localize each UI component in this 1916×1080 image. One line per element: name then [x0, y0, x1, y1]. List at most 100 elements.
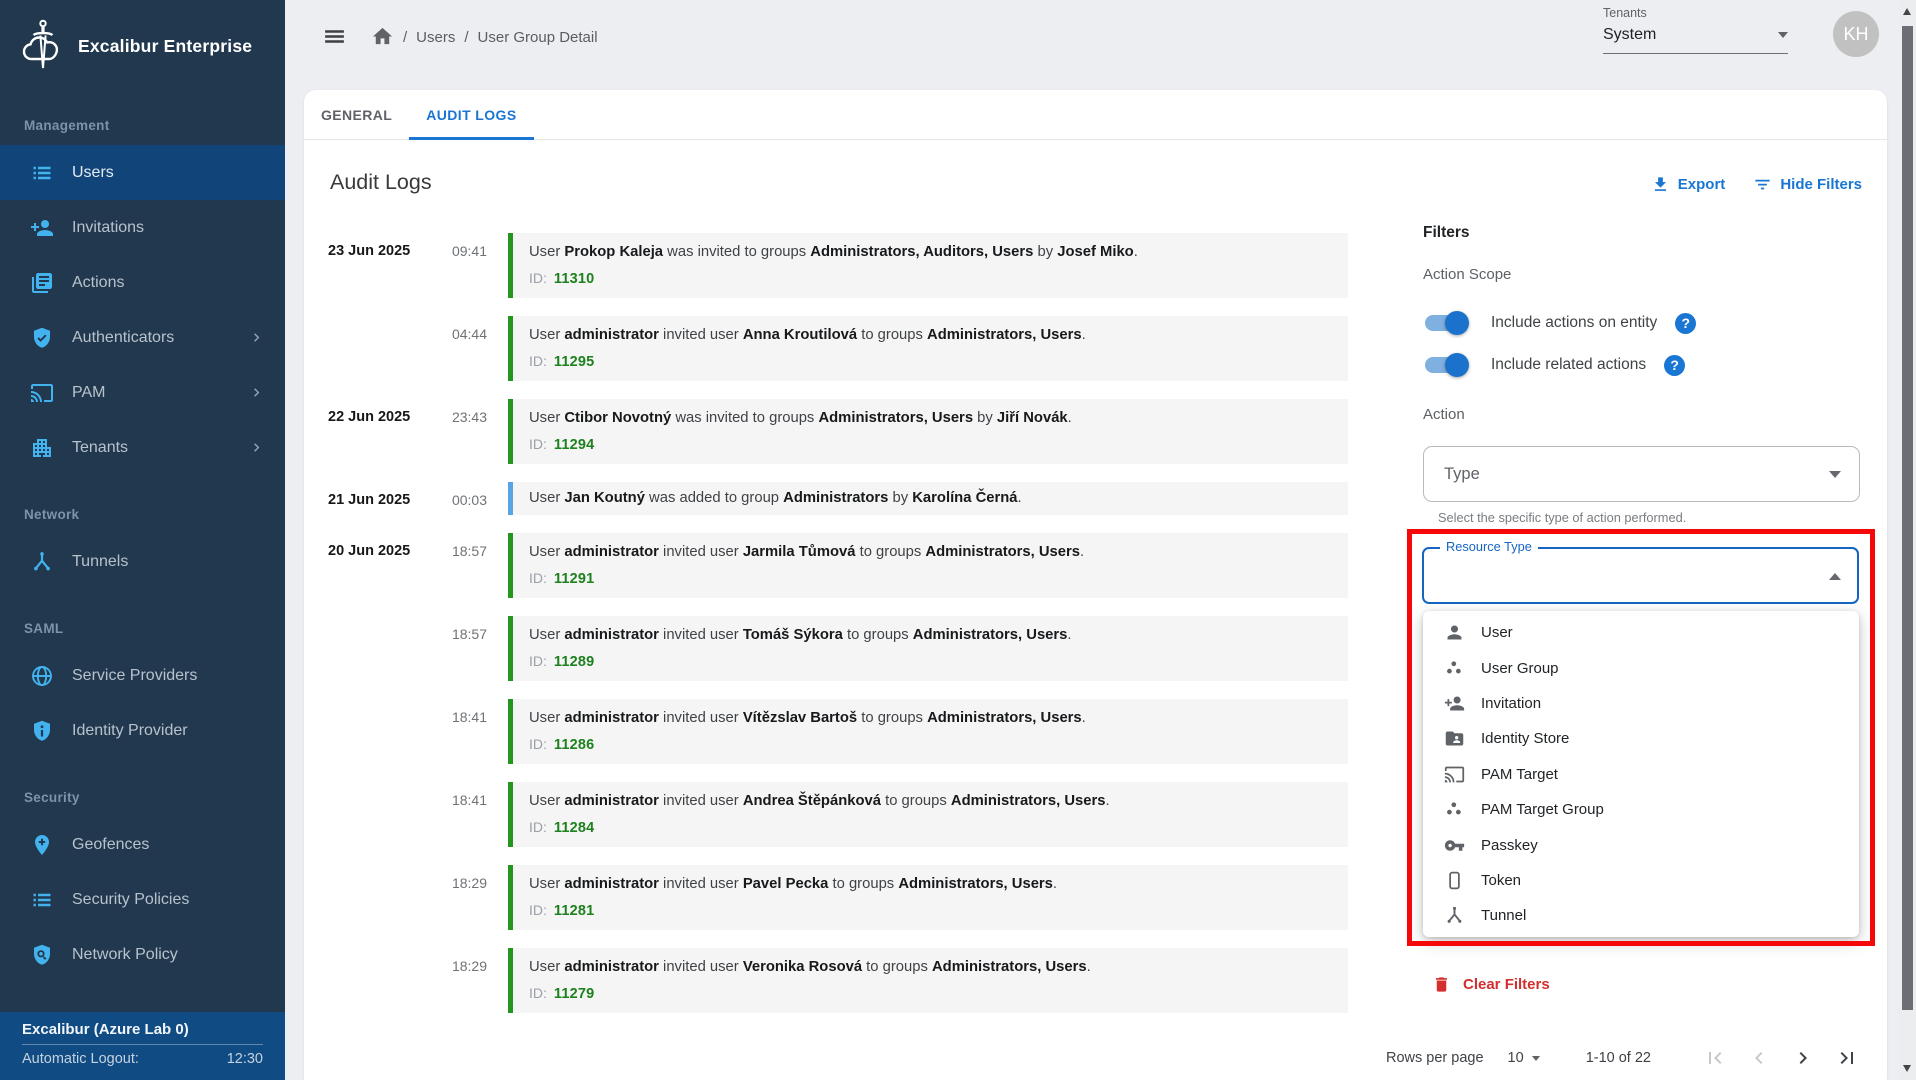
breadcrumb-users[interactable]: Users	[416, 29, 455, 46]
action-label: Action	[1423, 406, 1465, 423]
breadcrumb-user-group-detail: User Group Detail	[478, 29, 598, 46]
sidebar-item-users[interactable]: Users	[0, 145, 285, 200]
home-icon[interactable]	[371, 25, 394, 48]
breadcrumb-separator: /	[464, 29, 468, 46]
menu-item-passkey[interactable]: Passkey	[1423, 827, 1859, 862]
list-icon	[30, 161, 54, 185]
log-entry-card[interactable]: User Jan Koutný was added to group Admin…	[508, 482, 1348, 515]
log-date: 22 Jun 2025	[328, 399, 423, 464]
log-entry-card[interactable]: User administrator invited user Jarmila …	[508, 533, 1348, 598]
log-entry-card[interactable]: User administrator invited user Pavel Pe…	[508, 865, 1348, 930]
action-type-select[interactable]: Type	[1423, 446, 1860, 502]
scrollbar-thumb[interactable]	[1902, 26, 1913, 1010]
last-page-button[interactable]	[1835, 1046, 1859, 1070]
clear-filters-button[interactable]: Clear Filters	[1432, 974, 1550, 995]
menu-item-user-group[interactable]: User Group	[1423, 650, 1859, 685]
hide-filters-button[interactable]: Hide Filters	[1753, 175, 1862, 194]
tab-audit-logs[interactable]: AUDIT LOGS	[409, 90, 533, 139]
sidebar-item-service-providers[interactable]: Service Providers	[0, 648, 285, 703]
menu-icon[interactable]	[322, 24, 347, 49]
pagination: Rows per page 10 1-10 of 22	[1386, 1042, 1859, 1074]
tunnel-icon	[1444, 905, 1465, 926]
log-entry-id: ID:11294	[529, 434, 1332, 455]
export-button[interactable]: Export	[1651, 175, 1726, 194]
log-date	[328, 616, 423, 681]
menu-item-token[interactable]: Token	[1423, 863, 1859, 898]
log-entry-card[interactable]: User Ctibor Novotný was invited to group…	[508, 399, 1348, 464]
content-card: GENERAL AUDIT LOGS Audit Logs Export Hid…	[304, 90, 1887, 1080]
page-scrollbar[interactable]	[1899, 0, 1916, 1080]
first-page-button[interactable]	[1703, 1046, 1727, 1070]
menu-item-user[interactable]: User	[1423, 615, 1859, 650]
sidebar-item-tunnels[interactable]: Tunnels	[0, 534, 285, 589]
sidebar-item-tenants[interactable]: Tenants	[0, 420, 285, 475]
next-page-button[interactable]	[1791, 1046, 1815, 1070]
log-time: 18:29	[423, 865, 487, 930]
audit-log-row: 22 Jun 202523:43User Ctibor Novotný was …	[328, 399, 1358, 464]
audit-log-row: 18:41User administrator invited user Vít…	[328, 699, 1358, 764]
sidebar-item-geofences[interactable]: Geofences	[0, 817, 285, 872]
resource-type-label: Resource Type	[1440, 539, 1538, 554]
menu-item-pam-target-group[interactable]: PAM Target Group	[1423, 792, 1859, 827]
chevron-right-icon	[248, 439, 265, 456]
menu-item-pam-target[interactable]: PAM Target	[1423, 757, 1859, 792]
help-icon[interactable]	[1675, 313, 1696, 334]
audit-log-row: 18:29User administrator invited user Ver…	[328, 948, 1358, 1013]
scroll-down-arrow-icon[interactable]	[1903, 1065, 1911, 1072]
log-entry-card[interactable]: User administrator invited user Vítězsla…	[508, 699, 1348, 764]
avatar[interactable]: KH	[1833, 11, 1879, 57]
library-icon	[30, 271, 54, 295]
tenant-select[interactable]: Tenants System	[1603, 6, 1788, 54]
sidebar-item-label: Invitations	[72, 219, 144, 237]
pin-plus-icon	[30, 833, 54, 857]
tab-general[interactable]: GENERAL	[304, 90, 409, 139]
chevron-right-icon	[248, 384, 265, 401]
log-entry-card[interactable]: User administrator invited user Anna Kro…	[508, 316, 1348, 381]
menu-item-invitation[interactable]: Invitation	[1423, 686, 1859, 721]
menu-item-identity-store[interactable]: Identity Store	[1423, 721, 1859, 756]
sidebar-item-security-policies[interactable]: Security Policies	[0, 872, 285, 927]
brand: Excalibur Enterprise	[0, 0, 285, 74]
sidebar-item-identity-provider[interactable]: Identity Provider	[0, 703, 285, 758]
sidebar: Excalibur Enterprise ManagementUsersInvi…	[0, 0, 285, 1080]
key-icon	[1444, 835, 1465, 856]
sidebar-section-saml: SAML	[24, 621, 285, 636]
log-time: 18:41	[423, 782, 487, 847]
sidebar-item-pam[interactable]: PAM	[0, 365, 285, 420]
scroll-up-arrow-icon[interactable]	[1903, 8, 1911, 15]
toggle-include-actions-on-entity[interactable]	[1423, 311, 1469, 335]
sidebar-item-network-policy[interactable]: Network Policy	[0, 927, 285, 982]
audit-log-list: 23 Jun 202509:41User Prokop Kaleja was i…	[328, 233, 1358, 1031]
action-scope-label: Action Scope	[1423, 266, 1511, 283]
sidebar-item-authenticators[interactable]: Authenticators	[0, 310, 285, 365]
rows-per-page-select[interactable]: 10	[1508, 1050, 1540, 1066]
log-entry-card[interactable]: User administrator invited user Veronika…	[508, 948, 1348, 1013]
audit-log-row: 18:57User administrator invited user Tom…	[328, 616, 1358, 681]
user-icon	[1444, 622, 1465, 643]
sidebar-item-invitations[interactable]: Invitations	[0, 200, 285, 255]
sidebar-item-actions[interactable]: Actions	[0, 255, 285, 310]
menu-item-label: Identity Store	[1481, 730, 1569, 747]
breadcrumb-separator: /	[403, 29, 407, 46]
log-entry-text: User administrator invited user Anna Kro…	[529, 325, 1332, 345]
help-icon[interactable]	[1664, 355, 1685, 376]
resource-type-field[interactable]	[1422, 547, 1859, 604]
shield-search-icon	[30, 943, 54, 967]
page-range: 1-10 of 22	[1586, 1050, 1651, 1066]
menu-item-label: PAM Target Group	[1481, 801, 1604, 818]
log-entry-card[interactable]: User administrator invited user Tomáš Sý…	[508, 616, 1348, 681]
sidebar-item-label: PAM	[72, 384, 105, 402]
menu-item-tunnel[interactable]: Tunnel	[1423, 898, 1859, 933]
log-entry-card[interactable]: User administrator invited user Andrea Š…	[508, 782, 1348, 847]
sidebar-item-label: Users	[72, 164, 114, 182]
download-icon	[1651, 175, 1670, 194]
tab-bar: GENERAL AUDIT LOGS	[304, 90, 1887, 140]
header-actions: Export Hide Filters	[1651, 175, 1862, 194]
topbar: / Users / User Group Detail Tenants Syst…	[285, 0, 1899, 90]
toggle-include-related-actions[interactable]	[1423, 353, 1469, 377]
breadcrumb: / Users / User Group Detail	[403, 29, 598, 46]
resource-type-menu: UserUser GroupInvitation Identity Store PA…	[1423, 611, 1859, 937]
prev-page-button[interactable]	[1747, 1046, 1771, 1070]
log-entry-card[interactable]: User Prokop Kaleja was invited to groups…	[508, 233, 1348, 298]
log-entry-id: ID:11279	[529, 983, 1332, 1004]
